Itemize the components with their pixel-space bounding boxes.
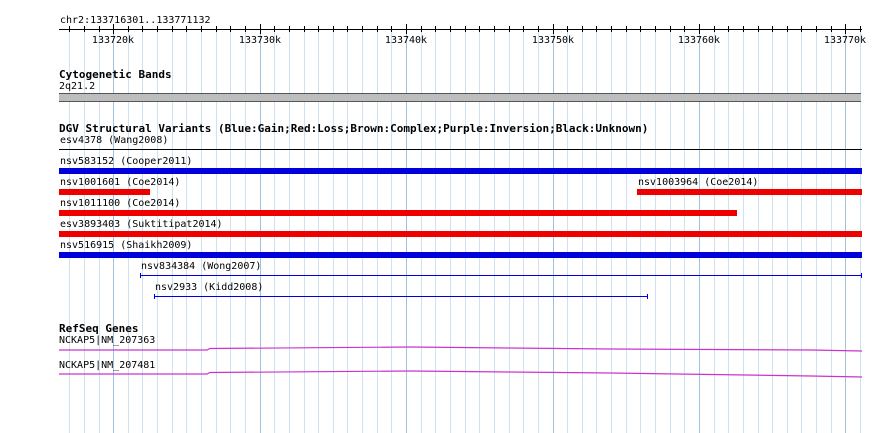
gene-model-line[interactable] [59, 370, 863, 378]
refseq-gene-models [59, 346, 863, 378]
gene-model-line[interactable] [59, 346, 863, 352]
